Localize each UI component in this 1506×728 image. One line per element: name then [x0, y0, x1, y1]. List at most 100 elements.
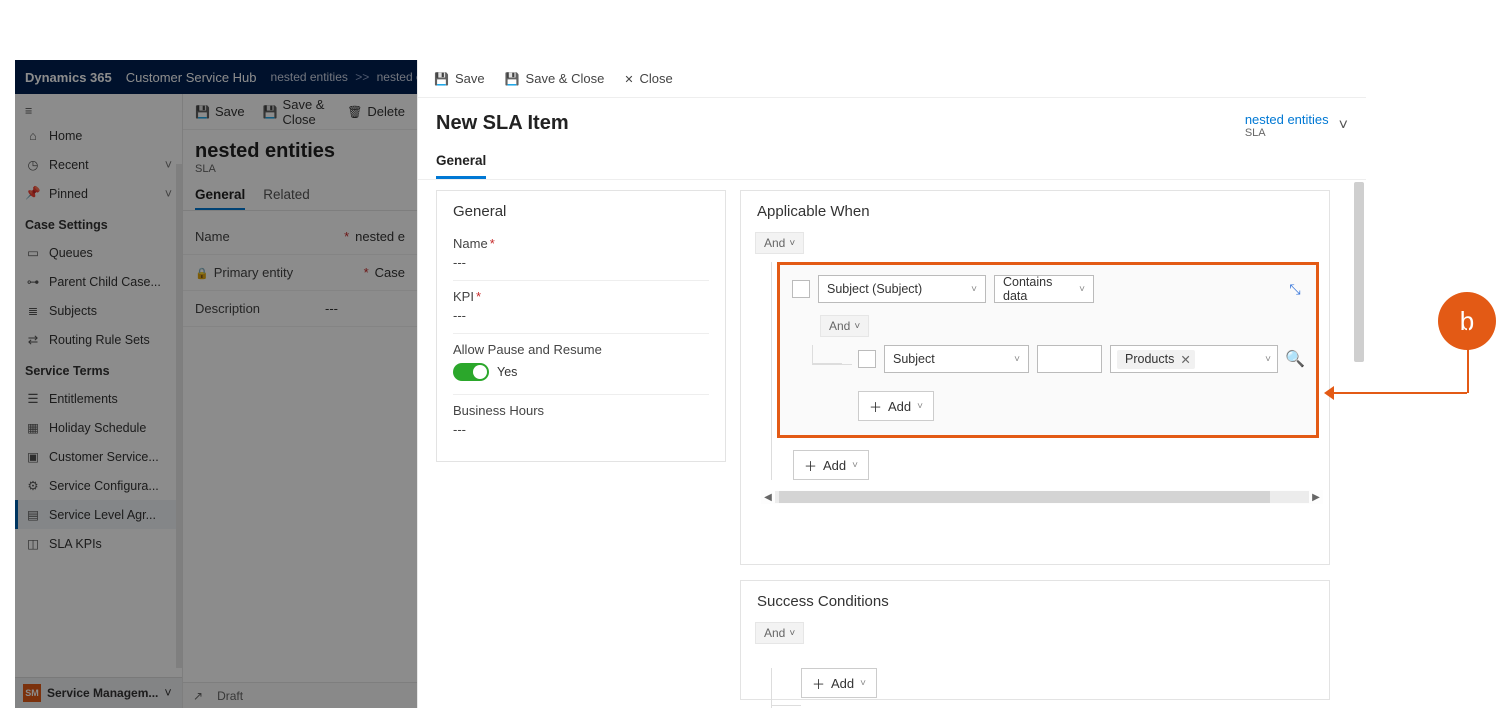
sidebar-scrollbar[interactable] — [176, 164, 182, 668]
sidebar-item-service-config[interactable]: ⚙Service Configura... — [15, 471, 182, 500]
remove-tag-icon[interactable]: ✕ — [1180, 352, 1190, 367]
close-icon — [624, 71, 633, 86]
field-value: Case — [375, 265, 405, 280]
chevron-down-icon: ˅ — [789, 628, 795, 639]
save-close-icon — [505, 71, 520, 86]
collapse-icon[interactable]: ⤡ — [1286, 280, 1304, 298]
sidebar-item-entitlements[interactable]: ☰Entitlements — [15, 384, 182, 413]
bg-tab-general[interactable]: General — [195, 187, 245, 210]
field-value: --- — [453, 422, 709, 437]
bg-delete-button[interactable]: Delete — [347, 104, 405, 119]
gear-icon: ⚙ — [25, 478, 41, 493]
sidebar-area-switcher[interactable]: SM Service Managem... ˅ — [15, 677, 182, 708]
field-allow-pause[interactable]: Allow Pause and Resume Yes — [453, 334, 709, 395]
cmd-label: Save & Close — [283, 97, 330, 127]
scroll-right-icon[interactable]: ▶ — [1309, 492, 1323, 503]
clock-icon: ◷ — [25, 157, 41, 172]
hamburger-icon[interactable]: ≡ — [15, 100, 182, 122]
bc-item-2[interactable]: nested entities — [377, 70, 417, 84]
background-app: Dynamics 365 Customer Service Hub nested… — [15, 60, 417, 708]
popout-icon[interactable]: ↗ — [193, 689, 203, 703]
bg-tab-related[interactable]: Related — [263, 187, 310, 210]
subject-icon: ≣ — [25, 303, 41, 318]
save-button[interactable]: Save — [434, 71, 485, 86]
sidebar-item-recent[interactable]: ◷Recent˅ — [15, 150, 182, 179]
tag-label: Products — [1125, 352, 1174, 366]
add-condition-button-outer[interactable]: ＋Add˅ — [793, 450, 869, 480]
success-conditions-header: Success Conditions — [741, 581, 1329, 618]
bg-entity-label: SLA — [195, 163, 405, 175]
sidebar-item-customer-service[interactable]: ▣Customer Service... — [15, 442, 182, 471]
sidebar-item-holiday[interactable]: ▦Holiday Schedule — [15, 413, 182, 442]
sidebar-item-subjects[interactable]: ≣Subjects — [15, 296, 182, 325]
value-lookup-products[interactable]: Products ✕ ˅ — [1110, 345, 1278, 373]
field-name[interactable]: Name* --- — [453, 228, 709, 281]
condition-checkbox[interactable] — [792, 280, 810, 298]
field-select-subject-inner[interactable]: Subject˅ — [884, 345, 1029, 373]
chevron-down-icon: ˅ — [1265, 354, 1271, 365]
bg-command-bar: Save Save & Close Delete — [183, 94, 417, 130]
area-label: Service Managem... — [47, 686, 158, 700]
chevron-down-icon[interactable]: ˅ — [1339, 117, 1348, 135]
chevron-down-icon: ˅ — [1079, 284, 1085, 295]
operator-select-empty[interactable] — [1037, 345, 1102, 373]
sla-icon: ▤ — [25, 507, 41, 522]
bg-save-button[interactable]: Save — [195, 104, 245, 119]
field-label: Name — [453, 236, 488, 251]
close-button[interactable]: Close — [624, 71, 672, 86]
search-icon[interactable]: 🔍 — [1286, 350, 1304, 368]
tab-general[interactable]: General — [436, 153, 486, 179]
bg-row-description: Description--- — [183, 291, 417, 327]
sidebar-item-pinned[interactable]: 📌Pinned˅ — [15, 179, 182, 208]
callout-b-line-v — [1467, 321, 1469, 393]
chevron-down-icon: ˅ — [789, 238, 795, 249]
sidebar-item-parent-child[interactable]: ⊶Parent Child Case... — [15, 267, 182, 296]
sidebar-item-sla[interactable]: ▤Service Level Agr... — [15, 500, 182, 529]
save-icon — [434, 71, 449, 86]
bg-save-close-button[interactable]: Save & Close — [263, 97, 330, 127]
bg-footer: ↗ Draft — [183, 682, 417, 708]
routing-icon: ⇄ — [25, 332, 41, 347]
field-select-subject[interactable]: Subject (Subject)˅ — [818, 275, 986, 303]
plus-icon: ＋ — [812, 674, 825, 693]
parent-record-link[interactable]: nested entities — [1245, 112, 1329, 127]
field-value[interactable]: --- — [325, 301, 338, 316]
sidebar-item-queues[interactable]: ▭Queues — [15, 238, 182, 267]
applicable-when-card: Applicable When And˅ Subject (Subject)˅ … — [740, 190, 1330, 565]
bc-item-1[interactable]: nested entities — [271, 70, 348, 84]
sidebar-item-routing[interactable]: ⇄Routing Rule Sets — [15, 325, 182, 354]
field-kpi[interactable]: KPI* --- — [453, 281, 709, 334]
success-and-group[interactable]: And˅ — [755, 622, 804, 644]
select-value: Contains data — [1003, 275, 1079, 303]
field-value: --- — [453, 255, 709, 270]
sidebar-item-sla-kpis[interactable]: ◫SLA KPIs — [15, 529, 182, 558]
sidebar-label: Customer Service... — [49, 450, 159, 464]
root-and-group[interactable]: And˅ — [755, 232, 804, 254]
field-label: Name — [195, 229, 230, 244]
condition-checkbox[interactable] — [858, 350, 876, 368]
sidebar-item-home[interactable]: ⌂Home — [15, 122, 182, 150]
vertical-scrollbar[interactable] — [1352, 180, 1366, 708]
bg-row-name: Name*nested e — [183, 219, 417, 255]
cmd-label: Delete — [367, 104, 405, 119]
operator-select-contains-data[interactable]: Contains data˅ — [994, 275, 1094, 303]
bg-hub: Customer Service Hub — [126, 70, 257, 85]
toggle-switch[interactable] — [453, 363, 489, 381]
save-close-button[interactable]: Save & Close — [505, 71, 605, 86]
bg-sidebar: ≡ ⌂Home ◷Recent˅ 📌Pinned˅ Case Settings … — [15, 94, 183, 708]
scroll-left-icon[interactable]: ◀ — [761, 492, 775, 503]
field-label: KPI — [453, 289, 474, 304]
bg-breadcrumb: nested entities >> nested entities — [271, 70, 417, 84]
inner-and-group[interactable]: And˅ — [820, 315, 869, 337]
add-condition-button-success[interactable]: ＋Add˅ — [801, 668, 877, 698]
chevron-down-icon: ˅ — [971, 284, 977, 295]
chevron-down-icon: ˅ — [164, 686, 171, 700]
add-condition-button-inner[interactable]: ＋Add˅ — [858, 391, 934, 421]
horizontal-scrollbar[interactable]: ◀ ▶ — [761, 490, 1323, 504]
field-business-hours[interactable]: Business Hours --- — [453, 395, 709, 447]
panel-tabs: General — [418, 143, 1366, 180]
field-value[interactable]: nested e — [355, 229, 405, 244]
bc-separator: >> — [355, 70, 369, 84]
chevron-down-icon: ˅ — [917, 401, 923, 412]
bg-tabs: General Related — [183, 177, 417, 211]
